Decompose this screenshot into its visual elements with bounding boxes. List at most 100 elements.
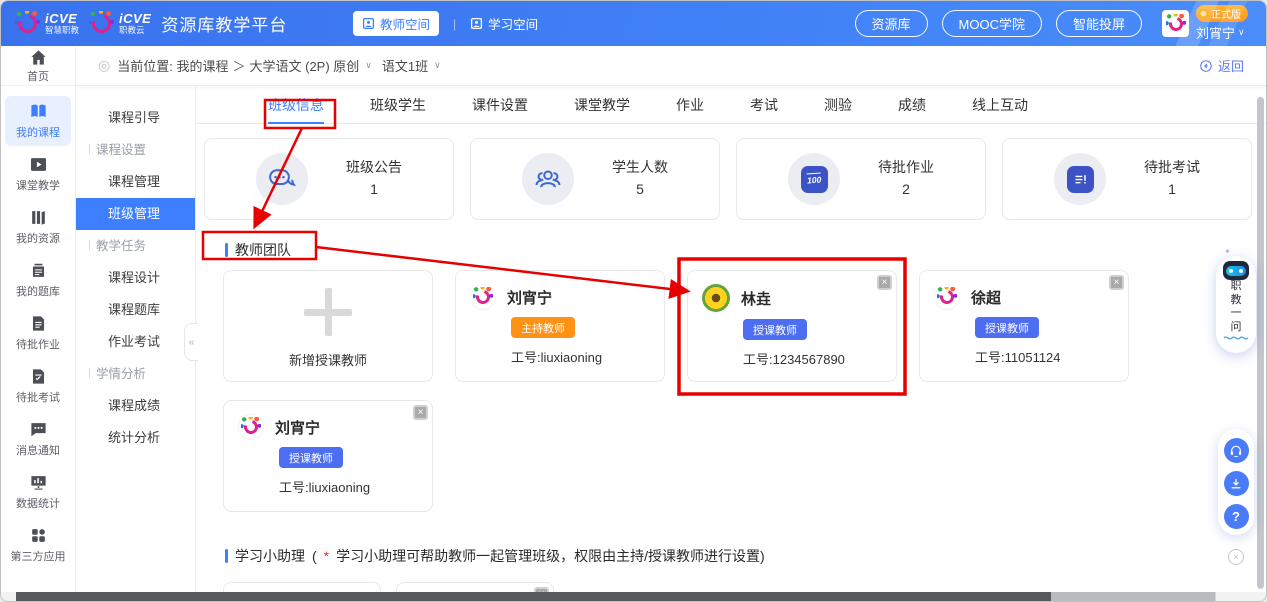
tab-classroom-teaching[interactable]: 课堂教学 — [574, 86, 630, 123]
sidebar-collapse-handle[interactable]: « — [184, 323, 198, 361]
stat-card-pending-exams[interactable]: 待批考试 1 — [1002, 138, 1252, 220]
sidebar-item-home[interactable]: 首页 — [1, 46, 75, 86]
floating-toolbar: ? — [1218, 429, 1254, 535]
submenu-course-manage[interactable]: 课程管理 — [76, 166, 195, 198]
assistant-robot-widget[interactable]: ✦ 职 教 一 问 — [1216, 256, 1256, 353]
teacher-card: × 刘宵宁 授课教师 工号:liuxiaoning — [223, 400, 433, 512]
sidebar-item-label: 我的课程 — [16, 124, 60, 140]
resources-icon — [29, 208, 48, 227]
stat-card-pending-homework[interactable]: 100 待批作业 2 — [736, 138, 986, 220]
icve-shell-icon — [89, 11, 114, 36]
question-icon: ? — [1232, 509, 1240, 524]
sidebar-item-notifications[interactable]: 消息通知 — [5, 414, 71, 464]
location-pin-icon: ◎ — [98, 57, 110, 74]
stat-value: 1 — [1144, 179, 1200, 201]
teacher-id: 工号:1234567890 — [743, 349, 882, 368]
submenu-homework-exam[interactable]: 作业考试 — [76, 326, 195, 358]
primary-sidebar: 首页 我的课程 课堂教学 我的资源 我的题库 待批作业 — [1, 46, 76, 601]
teacher-name: 林垚 — [741, 288, 771, 309]
robot-icon — [1223, 261, 1249, 280]
back-button[interactable]: 返回 — [1199, 56, 1244, 75]
close-icon[interactable]: × — [1109, 275, 1124, 290]
stat-card-announcements[interactable]: 班级公告 1 — [204, 138, 454, 220]
submenu-course-guide[interactable]: 课程引导 — [76, 102, 195, 134]
icve-zhihui-logo: iCVE 智慧职教 — [15, 11, 79, 36]
teacher-team-section-title: 教师团队 — [225, 240, 1266, 260]
required-star: * — [324, 548, 329, 564]
back-label: 返回 — [1218, 56, 1244, 75]
resource-library-button[interactable]: 资源库 — [855, 10, 928, 37]
logo1-name: iCVE — [45, 12, 79, 26]
breadcrumb-class-dropdown[interactable]: 语文1班 — [382, 56, 428, 75]
teacher-card: × 徐超 授课教师 工号:11051124 — [919, 270, 1129, 382]
tab-homework[interactable]: 作业 — [676, 86, 704, 123]
headset-icon — [1229, 444, 1243, 458]
submenu-course-grades[interactable]: 课程成绩 — [76, 390, 195, 422]
support-button[interactable] — [1224, 438, 1249, 463]
teacher-name: 刘宵宁 — [275, 417, 320, 438]
breadcrumb-separator-icon: ＞ — [232, 56, 245, 75]
avatar-swirl-icon — [1166, 14, 1186, 34]
nav-teacher-space[interactable]: 教师空间 — [353, 11, 439, 36]
tab-online-interaction[interactable]: 线上互动 — [972, 86, 1028, 123]
logo2-sub: 职教云 — [119, 26, 151, 35]
plus-icon — [304, 288, 352, 336]
chevron-down-icon[interactable]: ∨ — [365, 60, 372, 71]
message-icon — [29, 420, 48, 439]
nav-divider: | — [453, 17, 456, 31]
close-icon[interactable]: × — [413, 405, 428, 420]
sidebar-item-my-courses[interactable]: 我的课程 — [5, 96, 71, 146]
teacher-avatar-sunflower — [702, 284, 730, 312]
add-teacher-card[interactable]: 新增授课教师 — [223, 270, 433, 382]
sidebar-item-my-resources[interactable]: 我的资源 — [5, 202, 71, 252]
version-badge: 正式版 — [1196, 5, 1248, 22]
stats-monitor-icon — [29, 473, 48, 492]
tab-exam[interactable]: 考试 — [750, 86, 778, 123]
tab-class-students[interactable]: 班级学生 — [370, 86, 426, 123]
sidebar-item-pending-homework[interactable]: 待批作业 — [5, 308, 71, 358]
robot-label-char: 教 — [1231, 294, 1242, 308]
vertical-scrollbar[interactable] — [1257, 97, 1264, 589]
tab-quiz[interactable]: 测验 — [824, 86, 852, 123]
breadcrumb-course-dropdown[interactable]: 大学语文 (2P) 原创 — [250, 56, 360, 75]
sidebar-item-classroom-teaching[interactable]: 课堂教学 — [5, 149, 71, 199]
chevron-down-icon[interactable]: ∨ — [434, 60, 441, 71]
tab-class-info[interactable]: 班级信息 — [268, 86, 324, 123]
submenu-stat-analysis[interactable]: 统计分析 — [76, 422, 195, 454]
apps-grid-icon — [29, 526, 48, 545]
smart-cast-button[interactable]: 智能投屏 — [1056, 10, 1142, 37]
sidebar-item-third-party-apps[interactable]: 第三方应用 — [5, 520, 71, 570]
stat-label: 班级公告 — [346, 157, 402, 179]
teacher-avatar — [470, 284, 496, 310]
sidebar-item-question-bank[interactable]: 我的题库 — [5, 255, 71, 305]
submenu-course-bank[interactable]: 课程题库 — [76, 294, 195, 326]
horizontal-scrollbar[interactable] — [1, 592, 1266, 601]
collapse-widgets-button[interactable]: × — [1228, 549, 1244, 565]
stat-card-students[interactable]: 学生人数 5 — [470, 138, 720, 220]
back-arrow-icon — [1199, 59, 1213, 73]
teacher-avatar — [238, 414, 264, 440]
book-icon — [29, 102, 48, 121]
sidebar-item-label: 消息通知 — [16, 442, 60, 458]
submenu-course-design[interactable]: 课程设计 — [76, 262, 195, 294]
sidebar-item-pending-exams[interactable]: 待批考试 — [5, 361, 71, 411]
user-avatar[interactable] — [1162, 10, 1189, 37]
avatar-swirl-icon — [473, 287, 493, 307]
username-menu[interactable]: 刘宵宁 ∨ — [1196, 23, 1245, 42]
help-button[interactable]: ? — [1224, 504, 1249, 529]
wave-icon — [1223, 334, 1249, 341]
username-label: 刘宵宁 — [1196, 23, 1235, 42]
teacher-id: 工号:11051124 — [975, 347, 1114, 366]
close-icon[interactable]: × — [877, 275, 892, 290]
pending-exam-icon — [1054, 153, 1106, 205]
breadcrumb-my-courses[interactable]: 我的课程 — [176, 56, 228, 75]
exam-doc-icon — [29, 367, 48, 386]
tab-grades[interactable]: 成绩 — [898, 86, 926, 123]
submenu-class-manage[interactable]: 班级管理 — [76, 198, 195, 230]
avatar-swirl-icon — [241, 417, 261, 437]
nav-student-space[interactable]: 学习空间 — [470, 14, 538, 33]
tab-courseware-settings[interactable]: 课件设置 — [472, 86, 528, 123]
download-button[interactable] — [1224, 471, 1249, 496]
mooc-college-button[interactable]: MOOC学院 — [942, 10, 1042, 37]
sidebar-item-statistics[interactable]: 数据统计 — [5, 467, 71, 517]
